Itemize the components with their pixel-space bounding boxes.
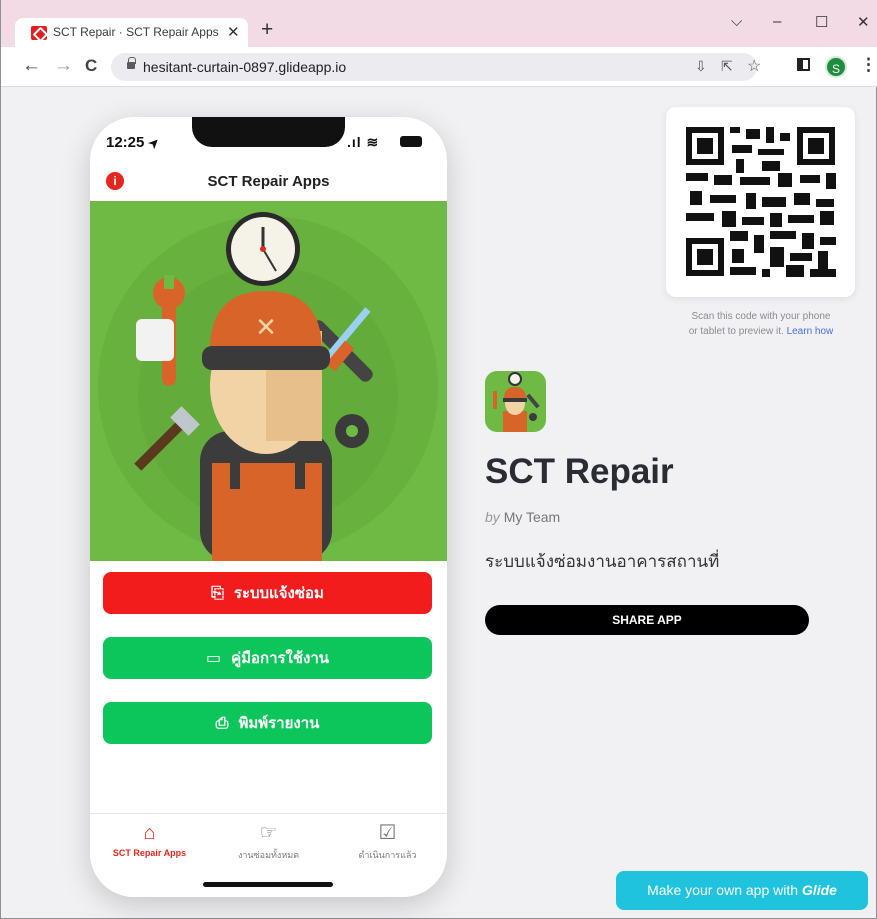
qr-caption: Scan this code with your phone or tablet…: [688, 311, 834, 337]
bookmark-star-icon[interactable]: ☆: [747, 56, 761, 76]
side-panel-icon[interactable]: [797, 58, 810, 71]
app-name-heading: SCT Repair: [485, 452, 674, 491]
tab-title: SCT Repair · SCT Repair Apps · M: [53, 25, 223, 39]
tab-completed[interactable]: ☑ ดำเนินการแล้ว: [328, 820, 447, 862]
favicon-icon: [31, 26, 47, 40]
tap-icon: ☞: [259, 822, 278, 844]
make-your-own-app-button[interactable]: Make your own app with Glide: [616, 871, 868, 910]
tab-all-repairs[interactable]: ☞ งานซ่อมทั้งหมด: [209, 820, 328, 862]
printer-icon: ⎙: [215, 713, 229, 732]
share-app-button[interactable]: SHARE APP: [485, 605, 809, 635]
address-bar[interactable]: hesitant-curtain-0897.glideapp.io ⇩ ⇱ ☆: [111, 53, 761, 81]
repairman-app-icon: [493, 372, 540, 432]
home-icon: ⌂: [143, 822, 156, 844]
signal-wifi-icon: .ıl ≋: [347, 134, 380, 150]
manual-icon: ▭: [205, 648, 222, 667]
back-icon[interactable]: ←: [22, 56, 41, 76]
hero-illustration: ✕: [90, 201, 447, 561]
qr-code-card: [666, 107, 855, 297]
app-description: ระบบแจ้งซ่อมงานอาคารสถานที่: [485, 552, 720, 572]
location-icon: ➤: [145, 134, 163, 152]
minimize-button[interactable]: –: [773, 13, 781, 30]
app-author: by My Team: [485, 509, 561, 525]
tab-search-icon[interactable]: ⌵: [731, 13, 742, 30]
repairman-illustration: ✕: [98, 212, 438, 561]
home-indicator: [203, 882, 333, 887]
share-icon[interactable]: ⇱: [721, 58, 733, 75]
maximize-button[interactable]: ☐: [815, 13, 828, 31]
forward-icon[interactable]: →: [54, 56, 73, 76]
url-text[interactable]: hesitant-curtain-0897.glideapp.io: [143, 59, 346, 75]
app-title: SCT Repair Apps: [207, 173, 330, 190]
battery-icon: [400, 136, 422, 147]
status-time: 12:25 ➤: [106, 134, 163, 152]
install-icon[interactable]: ⇩: [695, 58, 707, 75]
svg-text:✕: ✕: [255, 313, 277, 343]
close-window-button[interactable]: ✕: [857, 13, 870, 31]
browser-tab[interactable]: SCT Repair · SCT Repair Apps · M ✕: [15, 18, 248, 47]
user-manual-button[interactable]: ▭ คู่มือการใช้งาน: [103, 637, 432, 679]
lock-icon[interactable]: [127, 57, 136, 69]
browser-toolbar: ← → C hesitant-curtain-0897.glideapp.io …: [1, 47, 877, 87]
print-report-button[interactable]: ⎙ พิมพ์รายงาน: [103, 702, 432, 744]
phone-preview: 12:25 ➤ .ıl ≋ i SCT Repair Apps ✕ ⎘ ระบบ…: [90, 117, 447, 897]
app-icon: [485, 371, 546, 432]
learn-how-link[interactable]: Learn how: [787, 326, 834, 337]
phone-notch: [192, 117, 345, 147]
profile-avatar[interactable]: S: [825, 56, 847, 78]
tab-sct-repair-apps[interactable]: ⌂ SCT Repair Apps: [90, 820, 209, 858]
repair-request-button[interactable]: ⎘ ระบบแจ้งซ่อม: [103, 572, 432, 614]
tab-strip: SCT Repair · SCT Repair Apps · M ✕ + ⌵ –…: [1, 0, 877, 47]
checkbox-icon: ☑: [378, 822, 397, 844]
repair-request-icon: ⎘: [211, 583, 224, 602]
tab-close-icon[interactable]: ✕: [227, 23, 240, 41]
new-tab-button[interactable]: +: [261, 19, 273, 40]
reload-icon[interactable]: C: [85, 56, 97, 76]
browser-menu-icon[interactable]: ⋮: [860, 55, 877, 75]
qr-code-image: [686, 127, 836, 277]
browser-window: SCT Repair · SCT Repair Apps · M ✕ + ⌵ –…: [0, 0, 877, 919]
